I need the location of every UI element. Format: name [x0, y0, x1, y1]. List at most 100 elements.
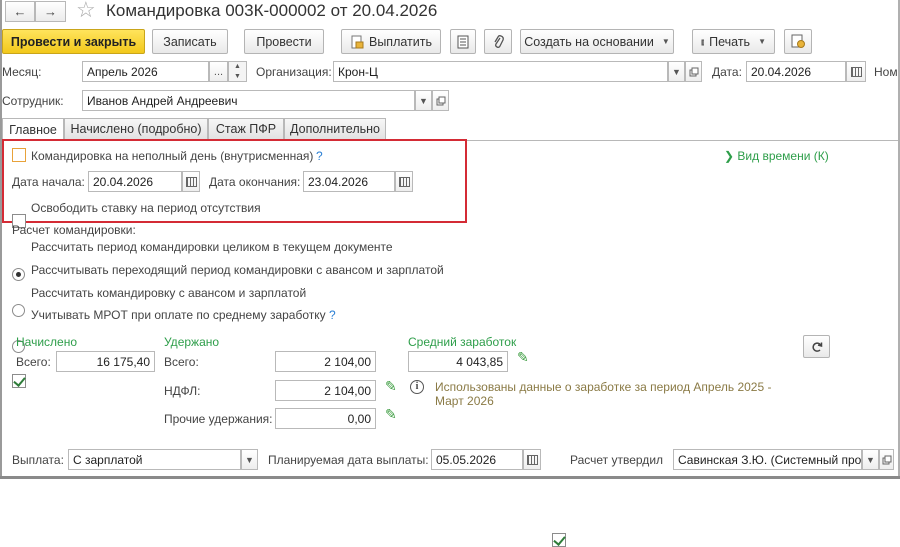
approved-by-field[interactable]: Савинская З.Ю. (Системный прог: [673, 449, 862, 470]
employee-label: Сотрудник:: [2, 94, 64, 108]
create-based-on-button[interactable]: Создать на основании ▼: [520, 29, 674, 54]
printer-icon: [701, 39, 705, 46]
planned-date-label: Планируемая дата выплаты:: [268, 453, 429, 467]
pay-button[interactable]: Выплатить: [341, 29, 441, 54]
other-withholdings-label: Прочие удержания:: [164, 412, 273, 426]
save-button[interactable]: Записать: [152, 29, 228, 54]
date-label: Дата:: [712, 65, 742, 79]
spinner-up-icon[interactable]: ▲: [229, 62, 246, 72]
print-button[interactable]: Печать ▼: [692, 29, 775, 54]
ndfl-field[interactable]: 2 104,00: [275, 380, 376, 401]
approved-label: Расчет утвердил: [570, 453, 664, 467]
month-spinner[interactable]: ▲ ▼: [228, 61, 247, 82]
attach-button[interactable]: [484, 29, 512, 54]
calendar-icon: [526, 454, 538, 465]
approved-by-dropdown-icon[interactable]: ▼: [862, 449, 879, 470]
calendar-icon: [185, 176, 197, 187]
time-kind-link[interactable]: ❯ Вид времени (К): [724, 149, 829, 163]
report-button[interactable]: [450, 29, 476, 54]
start-date-calendar-button[interactable]: [182, 171, 200, 192]
employee-dropdown-icon[interactable]: ▼: [415, 90, 432, 111]
payment-dropdown-icon[interactable]: ▼: [241, 449, 258, 470]
print-button-label: Печать: [709, 34, 751, 49]
post-and-close-button[interactable]: Провести и закрыть: [2, 29, 145, 54]
organization-label: Организация:: [256, 65, 332, 79]
tab-pfr-experience[interactable]: Стаж ПФР: [208, 118, 284, 140]
refresh-button[interactable]: [803, 335, 830, 358]
tab-additional[interactable]: Дополнительно: [284, 118, 386, 140]
calc-option-radio-1[interactable]: [12, 268, 25, 281]
info-icon: i: [410, 380, 424, 394]
chevron-right-icon: ❯: [724, 149, 735, 163]
forward-button[interactable]: →: [35, 1, 66, 22]
planned-date-field[interactable]: 05.05.2026: [431, 449, 523, 470]
accrued-title: Начислено: [16, 335, 78, 349]
calc-option-label-1: Рассчитать период командировки целиком в…: [31, 240, 393, 254]
end-date-field[interactable]: 23.04.2026: [303, 171, 395, 192]
mrot-label: Учитывать МРОТ при оплате по среднему за…: [31, 308, 326, 322]
start-date-field[interactable]: 20.04.2026: [88, 171, 182, 192]
average-earnings-title: Средний заработок: [408, 335, 517, 349]
pay-document-icon: [351, 35, 364, 48]
calendar-icon: [398, 176, 410, 187]
calc-option-label-2: Рассчитывать переходящий период командир…: [31, 263, 444, 277]
end-date-label: Дата окончания:: [209, 175, 301, 189]
payment-label: Выплата:: [12, 453, 64, 467]
dropdown-caret-icon: ▼: [661, 37, 670, 46]
paperclip-icon: [494, 35, 504, 48]
employee-field[interactable]: Иванов Андрей Андреевич: [82, 90, 415, 111]
calendar-icon: [850, 66, 862, 77]
date-calendar-button[interactable]: [846, 61, 866, 82]
planned-date-calendar-button[interactable]: [523, 449, 541, 470]
forward-arrow-icon: →: [44, 4, 57, 19]
earnings-period-info: Использованы данные о заработке за перио…: [435, 380, 772, 408]
report-list-icon: [457, 35, 469, 48]
organization-open-icon[interactable]: [685, 61, 702, 82]
average-earnings-edit-pencil-icon[interactable]: ✎: [517, 349, 529, 366]
organization-field[interactable]: Крон-Ц: [333, 61, 668, 82]
document-settings-icon: [791, 34, 805, 48]
mrot-help-icon[interactable]: ?: [329, 308, 336, 322]
time-kind-label: Вид времени (К): [737, 149, 829, 163]
calc-section-title: Расчет командировки:: [12, 223, 136, 237]
other-withholdings-edit-pencil-icon[interactable]: ✎: [385, 406, 397, 423]
average-earnings-field[interactable]: 4 043,85: [408, 351, 508, 372]
withheld-total-field[interactable]: 2 104,00: [275, 351, 376, 372]
page-title: Командировка 003К-000002 от 20.04.2026: [106, 1, 438, 20]
date-field[interactable]: 20.04.2026: [746, 61, 846, 82]
payment-field[interactable]: С зарплатой: [68, 449, 241, 470]
back-button[interactable]: ←: [5, 1, 35, 22]
mrot-checkbox[interactable]: [12, 374, 26, 388]
dropdown-caret-icon: ▼: [758, 37, 766, 46]
month-field[interactable]: Апрель 2026: [82, 61, 209, 82]
refresh-icon: [811, 341, 822, 352]
withheld-title: Удержано: [164, 335, 220, 349]
spinner-down-icon[interactable]: ▼: [229, 72, 246, 81]
accrued-total-label: Всего:: [16, 355, 51, 369]
post-button[interactable]: Провести: [244, 29, 324, 54]
ndfl-edit-pencil-icon[interactable]: ✎: [385, 378, 397, 395]
document-settings-button[interactable]: [784, 29, 812, 54]
calc-option-label-3: Рассчитать командировку с авансом и зарп…: [31, 286, 307, 300]
tab-main[interactable]: Главное: [2, 118, 64, 141]
other-withholdings-field[interactable]: 0,00: [275, 408, 376, 429]
employee-open-icon[interactable]: [432, 90, 449, 111]
number-label: Ном: [874, 65, 898, 79]
star-icon[interactable]: ☆: [76, 0, 96, 23]
partial-day-label: Командировка на неполный день (внутрисме…: [31, 149, 314, 163]
approved-by-open-icon[interactable]: [879, 449, 894, 470]
calc-option-radio-2[interactable]: [12, 304, 25, 317]
partial-day-help-icon[interactable]: ?: [316, 149, 323, 163]
tab-accrued-detailed[interactable]: Начислено (подробно): [64, 118, 208, 140]
back-arrow-icon: ←: [13, 4, 27, 19]
create-based-on-label: Создать на основании: [524, 34, 654, 49]
month-select-button[interactable]: ...: [209, 61, 228, 82]
ndfl-label: НДФЛ:: [164, 384, 201, 398]
accrued-total-field[interactable]: 16 175,40: [56, 351, 155, 372]
approved-checkbox[interactable]: [552, 533, 566, 547]
pay-button-label: Выплатить: [368, 34, 432, 49]
withheld-total-label: Всего:: [164, 355, 199, 369]
organization-dropdown-icon[interactable]: ▼: [668, 61, 685, 82]
partial-day-checkbox[interactable]: [12, 148, 26, 162]
end-date-calendar-button[interactable]: [395, 171, 413, 192]
